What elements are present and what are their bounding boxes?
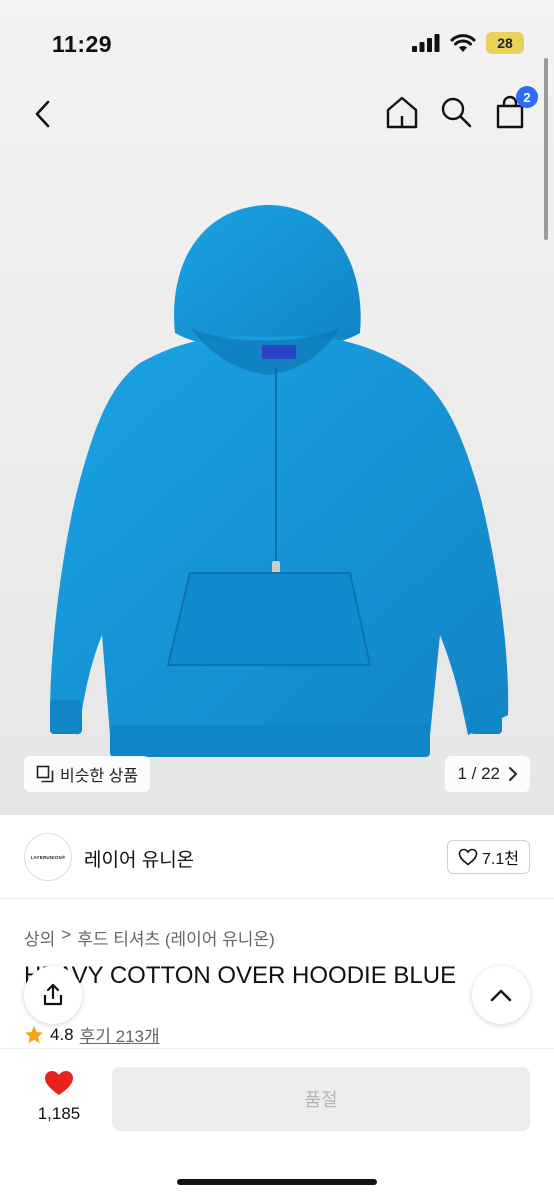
chevron-right-icon — [509, 767, 518, 781]
product-image-hoodie — [50, 205, 509, 757]
page-indicator-text: 1 / 22 — [457, 764, 500, 783]
breadcrumb-subcategory[interactable]: 후드 티셔츠 (레이어 유니온) — [77, 925, 275, 950]
breadcrumb-category[interactable]: 상의 — [24, 925, 55, 950]
search-icon — [441, 97, 472, 128]
status-bar: 11:29 28 — [0, 0, 554, 88]
chevron-left-icon — [35, 100, 50, 128]
sold-out-button[interactable]: 품절 — [112, 1067, 530, 1131]
bottom-action-bar: 1,185 품절 — [0, 1048, 554, 1200]
heart-outline-icon — [458, 848, 478, 866]
copy-icon — [36, 765, 54, 783]
back-button[interactable] — [28, 96, 58, 132]
brand-logo[interactable]: LAYERUNION® — [24, 833, 72, 881]
cart-button[interactable]: 2 — [492, 86, 538, 130]
heart-filled-icon — [45, 1071, 73, 1095]
similar-products-label: 비슷한 상품 — [60, 768, 139, 785]
similar-products-button[interactable]: 비슷한 상품 — [24, 756, 151, 792]
chevron-up-icon — [490, 989, 512, 1002]
review-count-link[interactable]: 후기 213개 — [80, 1022, 160, 1047]
signal-icon — [412, 34, 440, 52]
breadcrumb-separator: > — [61, 925, 72, 944]
share-icon — [43, 983, 63, 1006]
top-navigation: 2 — [0, 86, 554, 136]
product-page: 11:29 28 2 비슷한 상품 1 / 22 LAYERUNION® 레이어… — [0, 0, 554, 1200]
wishlist-count: 1,185 — [37, 1104, 81, 1123]
home-indicator — [177, 1179, 377, 1185]
status-icons: 28 — [412, 32, 524, 54]
top-nav-actions: 2 — [384, 86, 538, 130]
rating-value: 4.8 — [50, 1024, 74, 1044]
star-icon — [25, 1025, 43, 1043]
breadcrumb: 상의 > 후드 티셔츠 (레이어 유니온) — [24, 925, 275, 950]
wifi-icon — [450, 34, 476, 52]
share-button[interactable] — [24, 966, 82, 1024]
brand-row[interactable]: LAYERUNION® 레이어 유니온 7.1천 — [0, 815, 554, 899]
product-title: HEAVY COTTON OVER HOODIE BLUE — [24, 962, 457, 989]
image-page-indicator[interactable]: 1 / 22 — [445, 756, 530, 792]
product-image-gallery[interactable]: 11:29 28 2 비슷한 상품 1 / 22 — [0, 0, 554, 815]
brand-like-count: 7.1천 — [482, 851, 519, 868]
product-rating: 4.8 후기 213개 — [24, 1022, 160, 1047]
scroll-to-top-button[interactable] — [472, 966, 530, 1024]
status-time: 11:29 — [52, 31, 113, 57]
cart-count-badge: 2 — [516, 86, 538, 108]
scroll-indicator — [544, 58, 548, 240]
home-button[interactable] — [384, 94, 420, 130]
brand-like-button[interactable]: 7.1천 — [447, 840, 530, 874]
brand-name[interactable]: 레이어 유니온 — [84, 845, 194, 872]
search-button[interactable] — [438, 94, 474, 130]
wishlist-button[interactable]: 1,185 — [30, 1069, 88, 1124]
home-icon — [386, 96, 418, 129]
battery-indicator: 28 — [486, 32, 524, 54]
